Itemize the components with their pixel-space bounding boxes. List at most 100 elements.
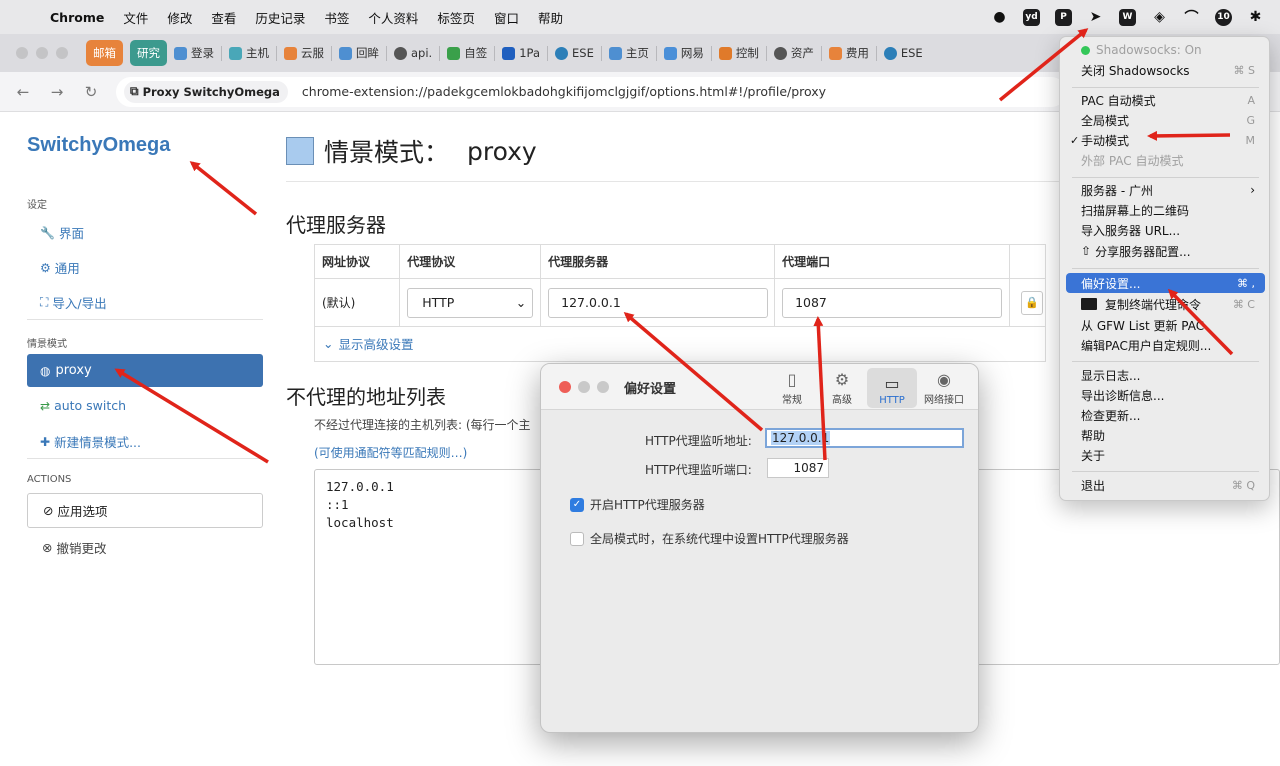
extension-chip[interactable]: ⧉ Proxy SwitchyOmega [124,80,288,103]
tab-group-research[interactable]: 研究 [130,40,167,66]
sidebar-item-interface[interactable]: 🔧 界面 [40,223,84,242]
toggle-shadowsocks-item[interactable]: 关闭 Shadowsocks ⌘ S [1066,60,1265,80]
update-pac-item[interactable]: 从 GFW List 更新 PAC [1066,315,1265,335]
browser-tab[interactable]: api. [394,40,432,66]
copy-terminal-command-item[interactable]: 复制终端代理命令 ⌘ C [1066,294,1265,314]
show-advanced-link[interactable]: ⌄ 显示高级设置 [314,326,1046,362]
discard-changes-link[interactable]: ⊗ 撤销更改 [42,538,107,557]
proxy-servers-table: 网址协议 代理协议 代理服务器 代理端口 (默认) HTTP ⌄ 127.0.0.… [313,244,1047,327]
server-submenu-item[interactable]: 服务器 - 广州 › [1066,180,1265,200]
preferences-item[interactable]: 偏好设置... ⌘ , [1066,273,1265,293]
p-icon[interactable]: P [1055,8,1072,26]
menu-history[interactable]: 历史记录 [255,8,305,27]
hierarchy-icon: ⛶ [40,295,49,309]
cert-icon [447,46,461,60]
wechat-icon[interactable]: ● [991,9,1008,26]
new-profile-link[interactable]: ✚ 新建情景模式... [40,432,141,451]
browser-tab[interactable]: 主页 [608,40,649,66]
menu-help[interactable]: 帮助 [538,8,563,27]
shadowsocks-plane-icon[interactable]: ➤ [1087,9,1104,26]
browser-tab[interactable]: 控制 [718,40,759,66]
dialog-minimize-button[interactable] [578,381,590,393]
manual-mode-item[interactable]: ✓ 手动模式 M [1066,130,1265,150]
export-diagnostics-item[interactable]: 导出诊断信息... [1066,385,1265,405]
macos-menubar: Chrome 文件 修改 查看 历史记录 书签 个人资料 标签页 窗口 帮助 ●… [0,0,1280,34]
airpods-icon[interactable]: ⌒ [1183,9,1200,26]
proxy-server-input[interactable]: 127.0.0.1 [548,287,769,318]
browser-tab[interactable]: 回眸 [339,40,379,66]
menu-chrome[interactable]: Chrome [50,10,104,25]
tab-advanced[interactable]: ⚙ 高级 [817,368,867,408]
browser-tab[interactable]: 自签 [447,40,487,66]
sidebar-item-proxy[interactable]: ◍ proxy [27,354,263,387]
browser-tab[interactable]: 费用 [828,40,869,66]
zoom-window-button[interactable] [56,47,68,59]
browser-tab[interactable]: 网易 [663,40,704,66]
listen-port-input[interactable]: 1087 [767,458,829,478]
menu-view[interactable]: 查看 [211,8,236,27]
close-window-button[interactable] [16,47,28,59]
back-arrow-icon[interactable]: ← [15,83,31,101]
sidebar-item-import-export[interactable]: ⛶ 导入/导出 [40,293,107,312]
profiles-header: 情景模式 [27,339,67,350]
tab-http[interactable]: ▭ HTTP [867,368,917,408]
yd-icon[interactable]: yd [1023,8,1040,26]
wrench-icon: 🔧 [40,225,55,240]
quit-item[interactable]: 退出 ⌘ Q [1066,475,1265,495]
browser-tab[interactable]: 资产 [773,40,814,66]
enable-http-checkbox-row[interactable]: ✓ 开启HTTP代理服务器 [570,496,705,513]
apply-options-button[interactable]: ⊘ 应用选项 [27,493,263,528]
omnibox[interactable]: ⧉ Proxy SwitchyOmega chrome-extension://… [116,76,1066,107]
edit-pac-rules-item[interactable]: 编辑PAC用户自定规则... [1066,335,1265,355]
help-item[interactable]: 帮助 [1066,425,1265,445]
w-icon[interactable]: W [1119,8,1136,26]
menu-tabs[interactable]: 标签页 [437,8,475,27]
check-updates-item[interactable]: 检查更新... [1066,405,1265,425]
badge-icon[interactable]: 10 [1215,8,1232,26]
layers-icon[interactable]: ◈ [1151,9,1168,26]
bluetooth-icon[interactable]: ✱ [1247,9,1264,26]
share-config-item[interactable]: ⇧ 分享服务器配置... [1066,241,1265,261]
pac-auto-mode-item[interactable]: PAC 自动模式 A [1066,90,1265,110]
about-item[interactable]: 关于 [1066,445,1265,465]
browser-tab[interactable]: ESE [883,40,923,66]
dialog-close-button[interactable] [559,381,571,393]
enable-http-checkbox[interactable]: ✓ [570,497,584,512]
dialog-zoom-button[interactable] [597,381,609,393]
show-log-item[interactable]: 显示日志... [1066,365,1265,385]
profile-color-swatch[interactable] [286,137,314,165]
global-mode-checkbox[interactable] [570,531,584,546]
scan-qr-item[interactable]: 扫描屏幕上的二维码 [1066,200,1265,220]
sidebar-item-auto-switch[interactable]: ⇄ auto switch [40,398,126,413]
url-text[interactable]: chrome-extension://padekgcemlokbadohgkif… [302,84,826,99]
puzzle-icon: ⧉ [130,84,139,98]
global-mode-checkbox-row[interactable]: 全局模式时，在系统代理中设置HTTP代理服务器 [570,530,849,547]
import-url-item[interactable]: 导入服务器 URL... [1066,220,1265,240]
menu-bookmarks[interactable]: 书签 [324,8,349,27]
listen-address-label: HTTP代理监听地址: [645,434,752,448]
menu-edit[interactable]: 修改 [167,8,192,27]
tab-general[interactable]: ▯ 常规 [767,368,817,408]
minimize-window-button[interactable] [36,47,48,59]
browser-tab[interactable]: ESE [555,40,594,66]
listen-address-input[interactable]: 127.0.0.1 [765,428,964,448]
global-mode-item[interactable]: 全局模式 G [1066,110,1265,130]
menu-profiles[interactable]: 个人资料 [368,8,418,27]
brand-logo[interactable]: SwitchyOmega [27,134,170,157]
tab-network-interface[interactable]: ◉ 网络接口 [919,368,969,408]
wildcard-rules-link[interactable]: (可使用通配符等匹配规则…) [314,444,467,461]
menu-file[interactable]: 文件 [123,8,148,27]
forward-arrow-icon[interactable]: → [49,83,65,101]
protocol-select[interactable]: HTTP ⌄ [407,287,534,318]
lock-icon[interactable]: 🔒 [1020,290,1043,315]
reload-icon[interactable]: ↻ [83,83,99,101]
browser-tab[interactable]: 登录 [174,40,214,66]
sidebar-item-general[interactable]: ⚙ 通用 [40,258,80,277]
col-port: 代理端口 [774,244,1010,279]
tab-group-mail[interactable]: 邮箱 [86,40,123,66]
browser-tab[interactable]: 1Pa [502,40,540,66]
browser-tab[interactable]: 云服 [284,40,324,66]
browser-tab[interactable]: 主机 [229,40,269,66]
menu-window[interactable]: 窗口 [494,8,519,27]
proxy-port-input[interactable]: 1087 [782,287,1003,318]
